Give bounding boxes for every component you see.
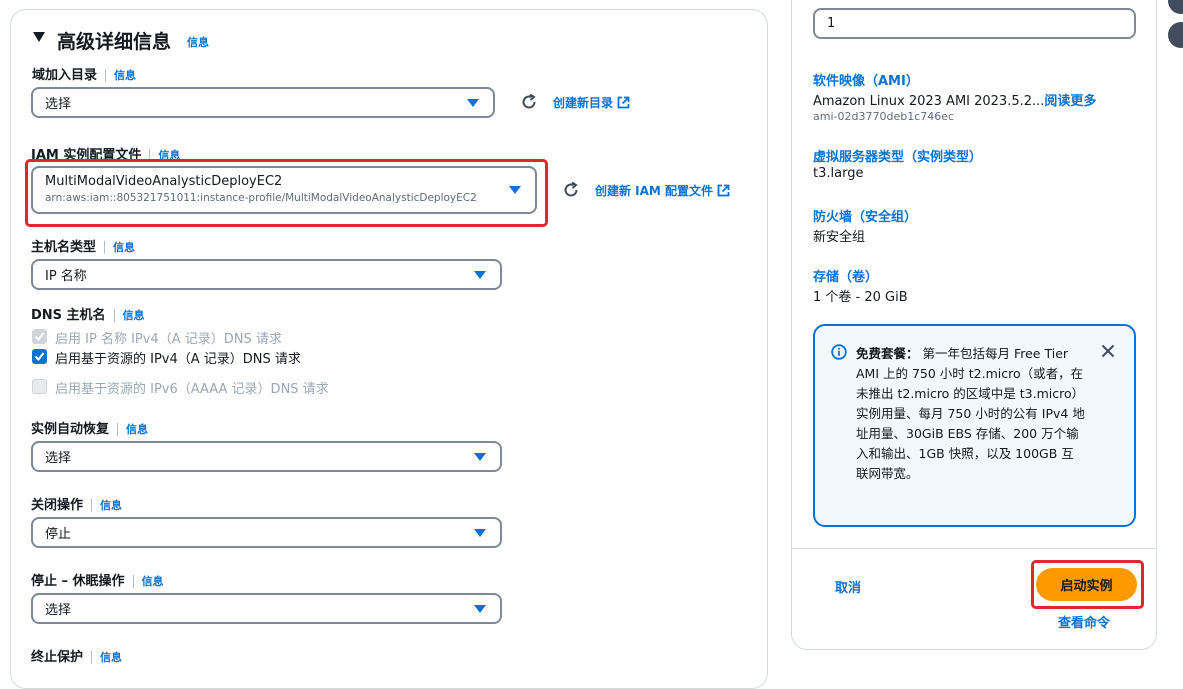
create-directory-link[interactable]: 创建新目录 xyxy=(553,94,630,111)
cancel-button[interactable]: 取消 xyxy=(835,577,861,596)
view-commands-link[interactable]: 查看命令 xyxy=(1058,612,1110,631)
storage-title-link[interactable]: 存储（卷） xyxy=(813,266,878,285)
free-tier-title: 免费套餐： xyxy=(856,346,919,361)
stop-hibernate-value: 选择 xyxy=(45,603,72,618)
external-link-icon xyxy=(717,184,730,197)
ami-read-more-link[interactable]: 阅读更多 xyxy=(1044,94,1096,109)
chevron-down-icon xyxy=(474,270,486,279)
chevron-down-icon xyxy=(474,604,486,613)
expand-triangle-icon[interactable] xyxy=(32,31,46,47)
dns-hostname-label: DNS 主机名 xyxy=(31,308,106,323)
iam-profile-value: MultiModalVideoAnalysticDeployEC2 xyxy=(45,174,283,189)
dns-resource-ipv4-checkbox[interactable] xyxy=(32,349,47,364)
termination-label-row: 终止保护 信息 xyxy=(31,646,122,665)
separator xyxy=(113,309,115,322)
stop-hibernate-select[interactable]: 选择 xyxy=(31,593,502,624)
dns-hostname-info-link[interactable]: 信息 xyxy=(123,309,145,322)
dns-ip-name-label: 启用 IP 名称 IPv4（A 记录）DNS 请求 xyxy=(55,332,282,347)
chevron-down-icon xyxy=(474,452,486,461)
section-info-link[interactable]: 信息 xyxy=(187,34,209,50)
instance-type-title-link[interactable]: 虚拟服务器类型（实例类型） xyxy=(813,146,982,165)
free-tier-text: 免费套餐： 第一年包括每月 Free Tier AMI 上的 750 小时 t2… xyxy=(856,344,1086,484)
chevron-down-icon xyxy=(474,528,486,537)
storage-value: 1 个卷 - 20 GiB xyxy=(813,290,908,305)
dns-resource-ipv6-checkbox[interactable] xyxy=(32,379,47,394)
auto-recovery-info-link[interactable]: 信息 xyxy=(126,423,148,436)
hostname-type-value: IP 名称 xyxy=(45,269,87,284)
create-iam-profile-link[interactable]: 创建新 IAM 配置文件 xyxy=(595,182,730,199)
hostname-type-info-link[interactable]: 信息 xyxy=(113,241,135,254)
free-tier-notice: 免费套餐： 第一年包括每月 Free Tier AMI 上的 750 小时 t2… xyxy=(813,324,1136,527)
hostname-type-label: 主机名类型 xyxy=(31,240,97,255)
stop-hibernate-info-link[interactable]: 信息 xyxy=(142,575,164,588)
shutdown-label-row: 关闭操作 信息 xyxy=(31,494,122,513)
shutdown-select[interactable]: 停止 xyxy=(31,517,502,548)
hostname-type-select[interactable]: IP 名称 xyxy=(31,259,502,290)
free-tier-body: 第一年包括每月 Free Tier AMI 上的 750 小时 t2.micro… xyxy=(856,346,1085,481)
refresh-icon[interactable] xyxy=(520,93,538,111)
create-iam-profile-label: 创建新 IAM 配置文件 xyxy=(595,184,714,198)
auto-recovery-label-row: 实例自动恢复 信息 xyxy=(31,418,148,437)
dns-resource-ipv6-label: 启用基于资源的 IPv6（AAAA 记录）DNS 请求 xyxy=(55,382,329,397)
refresh-icon[interactable] xyxy=(562,181,580,199)
dns-ip-name-checkbox[interactable] xyxy=(32,329,47,344)
firewall-title-link[interactable]: 防火墙（安全组） xyxy=(813,206,917,225)
shutdown-info-link[interactable]: 信息 xyxy=(100,499,122,512)
domain-join-label: 域加入目录 xyxy=(32,68,98,83)
auto-recovery-select[interactable]: 选择 xyxy=(31,441,502,472)
domain-join-info-link[interactable]: 信息 xyxy=(114,69,136,82)
iam-profile-arn: arn:aws:iam::805321751011:instance-profi… xyxy=(45,192,477,204)
separator xyxy=(117,423,119,436)
iam-profile-select[interactable]: MultiModalVideoAnalysticDeployEC2 arn:aw… xyxy=(31,166,537,214)
chevron-down-icon xyxy=(467,98,479,107)
ami-id: ami-02d3770deb1c746ec xyxy=(813,110,955,123)
instance-type-value: t3.large xyxy=(813,166,864,181)
ami-value: Amazon Linux 2023 AMI 2023.5.2... xyxy=(813,94,1045,109)
shutdown-label: 关闭操作 xyxy=(31,498,84,513)
instance-count-input[interactable]: 1 xyxy=(813,8,1136,39)
ami-title-link[interactable]: 软件映像（AMI） xyxy=(813,70,919,89)
step-indicator xyxy=(1168,0,1183,14)
launch-instance-button[interactable]: 启动实例 xyxy=(1036,568,1137,601)
domain-join-select[interactable]: 选择 xyxy=(31,87,495,118)
domain-join-select-value: 选择 xyxy=(45,97,72,112)
shutdown-value: 停止 xyxy=(45,527,72,542)
auto-recovery-label: 实例自动恢复 xyxy=(31,422,110,437)
separator xyxy=(91,499,93,512)
stop-hibernate-label: 停止 – 休眠操作 xyxy=(31,574,125,589)
chevron-down-icon xyxy=(509,186,521,194)
summary-divider xyxy=(792,548,1156,549)
separator xyxy=(104,241,106,254)
hostname-type-label-row: 主机名类型 信息 xyxy=(31,236,135,255)
separator xyxy=(132,575,134,588)
auto-recovery-value: 选择 xyxy=(45,451,72,466)
domain-join-label-row: 域加入目录 信息 xyxy=(32,64,136,83)
external-link-icon xyxy=(617,96,630,109)
section-title: 高级详细信息 xyxy=(57,31,172,53)
close-icon[interactable] xyxy=(1101,344,1115,358)
firewall-value: 新安全组 xyxy=(813,230,866,245)
stop-hibernate-label-row: 停止 – 休眠操作 信息 xyxy=(31,570,164,589)
info-icon xyxy=(831,344,847,360)
dns-resource-ipv4-label: 启用基于资源的 IPv4（A 记录）DNS 请求 xyxy=(55,352,301,367)
separator xyxy=(105,69,107,82)
ami-value-row: Amazon Linux 2023 AMI 2023.5.2...阅读更多 xyxy=(813,90,1096,109)
step-indicator xyxy=(1168,22,1183,48)
create-directory-label: 创建新目录 xyxy=(553,96,614,110)
dns-hostname-label-row: DNS 主机名 信息 xyxy=(31,304,145,323)
instance-count-value: 1 xyxy=(827,16,836,31)
